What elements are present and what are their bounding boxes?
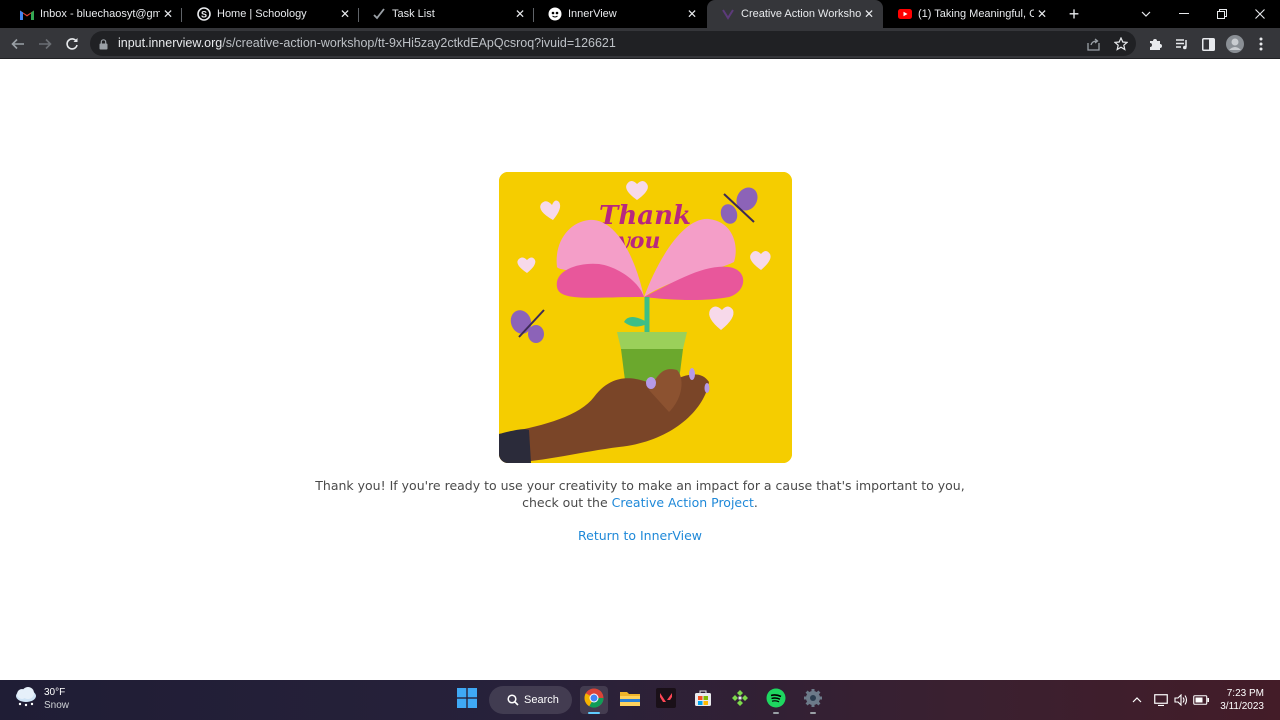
windows-taskbar: 30°F Snow Search 7:23 PM 3/11/2023 xyxy=(0,680,1280,720)
extensions-icon[interactable] xyxy=(1145,34,1165,54)
tab-task-list[interactable]: Task List ✕ xyxy=(358,0,534,28)
tab-title: Inbox - bluechaosyt@gmail xyxy=(40,8,160,20)
close-icon[interactable]: ✕ xyxy=(512,6,528,22)
display-icon[interactable] xyxy=(1151,690,1171,710)
thank-you-message: Thank you! If you're ready to use your c… xyxy=(300,477,980,511)
search-label: Search xyxy=(524,694,559,706)
taskbar-spotify[interactable] xyxy=(762,686,790,714)
tab-separator xyxy=(181,8,182,22)
url-path: /s/creative-action-workshop/tt-9xHi5zay2… xyxy=(222,36,616,50)
active-indicator xyxy=(588,712,600,714)
spotify-icon xyxy=(766,688,786,713)
close-icon[interactable]: ✕ xyxy=(160,6,176,22)
creative-action-project-link[interactable]: Creative Action Project xyxy=(612,495,754,510)
taskbar-file-explorer[interactable] xyxy=(616,686,644,714)
url-host: input.innerview.org xyxy=(118,36,223,50)
close-icon[interactable]: ✕ xyxy=(1034,6,1050,22)
card-text-thank: Thank xyxy=(599,201,691,231)
url-text: input.innerview.org/s/creative-action-wo… xyxy=(118,36,616,50)
page-content: Thank you Thank you! If you're ready to … xyxy=(0,59,1280,680)
clock-time: 7:23 PM xyxy=(1226,688,1264,699)
address-bar[interactable]: input.innerview.org/s/creative-action-wo… xyxy=(90,31,1136,56)
weather-temp: 30°F xyxy=(44,687,66,698)
weather-desc: Snow xyxy=(44,700,70,711)
checkmark-icon xyxy=(372,7,386,21)
media-queue-icon[interactable] xyxy=(1172,34,1192,54)
tab-title: Home | Schoology xyxy=(217,8,307,20)
taskbar-valorant[interactable] xyxy=(652,686,680,714)
new-tab-button[interactable]: + xyxy=(1064,4,1084,24)
start-button[interactable] xyxy=(453,686,481,714)
tab-gmail[interactable]: Inbox - bluechaosyt@gmail ✕ xyxy=(6,0,182,28)
lock-icon[interactable] xyxy=(99,37,108,55)
tab-title: Task List xyxy=(392,8,435,20)
volume-icon[interactable] xyxy=(1171,690,1191,710)
tab-title: (1) Taking Meaningful, Crea xyxy=(918,8,1034,20)
taskbar-search[interactable]: Search xyxy=(489,686,572,714)
taskbar-chrome[interactable] xyxy=(580,686,608,714)
back-button[interactable] xyxy=(8,34,28,54)
tab-title: InnerView xyxy=(568,8,617,20)
windows-logo-icon xyxy=(457,687,477,713)
side-panel-icon[interactable] xyxy=(1198,34,1218,54)
minimize-button[interactable] xyxy=(1165,0,1203,28)
tab-schoology[interactable]: S Home | Schoology ✕ xyxy=(183,0,359,28)
tab-search-chevron-icon[interactable] xyxy=(1127,0,1165,28)
tab-title: Creative Action Workshop xyxy=(741,8,861,20)
bookmark-star-icon[interactable] xyxy=(1113,36,1129,52)
close-icon[interactable]: ✕ xyxy=(861,6,877,22)
forward-button[interactable] xyxy=(35,34,55,54)
innerview-icon xyxy=(548,7,562,21)
weather-widget[interactable]: 30°F Snow xyxy=(14,686,69,712)
taskbar-xbox-game-app[interactable] xyxy=(726,686,754,714)
taskbar-settings[interactable] xyxy=(799,686,827,714)
clock-date: 3/11/2023 xyxy=(1220,701,1264,712)
creative-action-icon xyxy=(721,7,735,21)
valorant-icon xyxy=(656,687,676,713)
running-indicator xyxy=(773,712,779,714)
profile-avatar[interactable] xyxy=(1225,34,1245,54)
folder-icon xyxy=(620,690,640,711)
schoology-icon: S xyxy=(197,7,211,21)
reload-button[interactable] xyxy=(62,34,82,54)
tab-creative-action-workshop[interactable]: Creative Action Workshop ✕ xyxy=(707,0,883,28)
close-icon[interactable]: ✕ xyxy=(684,6,700,22)
gear-icon xyxy=(803,688,823,713)
tab-youtube[interactable]: (1) Taking Meaningful, Crea ✕ xyxy=(884,0,1056,28)
battery-icon[interactable] xyxy=(1191,690,1211,710)
restore-button[interactable] xyxy=(1203,0,1241,28)
snow-cloud-icon xyxy=(14,686,38,712)
browser-tab-strip: Inbox - bluechaosyt@gmail ✕ S Home | Sch… xyxy=(0,0,1280,28)
youtube-icon xyxy=(898,7,912,21)
share-icon[interactable] xyxy=(1086,36,1102,52)
thank-you-illustration: Thank you xyxy=(499,172,792,463)
game-controller-icon xyxy=(731,689,749,712)
taskbar-microsoft-store[interactable] xyxy=(689,686,717,714)
search-icon xyxy=(507,694,519,706)
message-end: . xyxy=(753,495,758,510)
store-icon xyxy=(694,689,712,712)
svg-text:S: S xyxy=(201,10,207,20)
browser-toolbar: input.innerview.org/s/creative-action-wo… xyxy=(0,28,1280,59)
taskbar-clock[interactable]: 7:23 PM 3/11/2023 xyxy=(1220,687,1264,713)
gmail-icon xyxy=(20,7,34,21)
close-window-button[interactable] xyxy=(1241,0,1279,28)
close-icon[interactable]: ✕ xyxy=(337,6,353,22)
menu-kebab-icon[interactable] xyxy=(1251,34,1271,54)
return-to-innerview-link[interactable]: Return to InnerView xyxy=(540,528,740,543)
chevron-up-icon[interactable] xyxy=(1127,690,1147,710)
tab-innerview[interactable]: InnerView ✕ xyxy=(534,0,706,28)
chrome-icon xyxy=(584,688,604,713)
running-indicator xyxy=(810,712,816,714)
